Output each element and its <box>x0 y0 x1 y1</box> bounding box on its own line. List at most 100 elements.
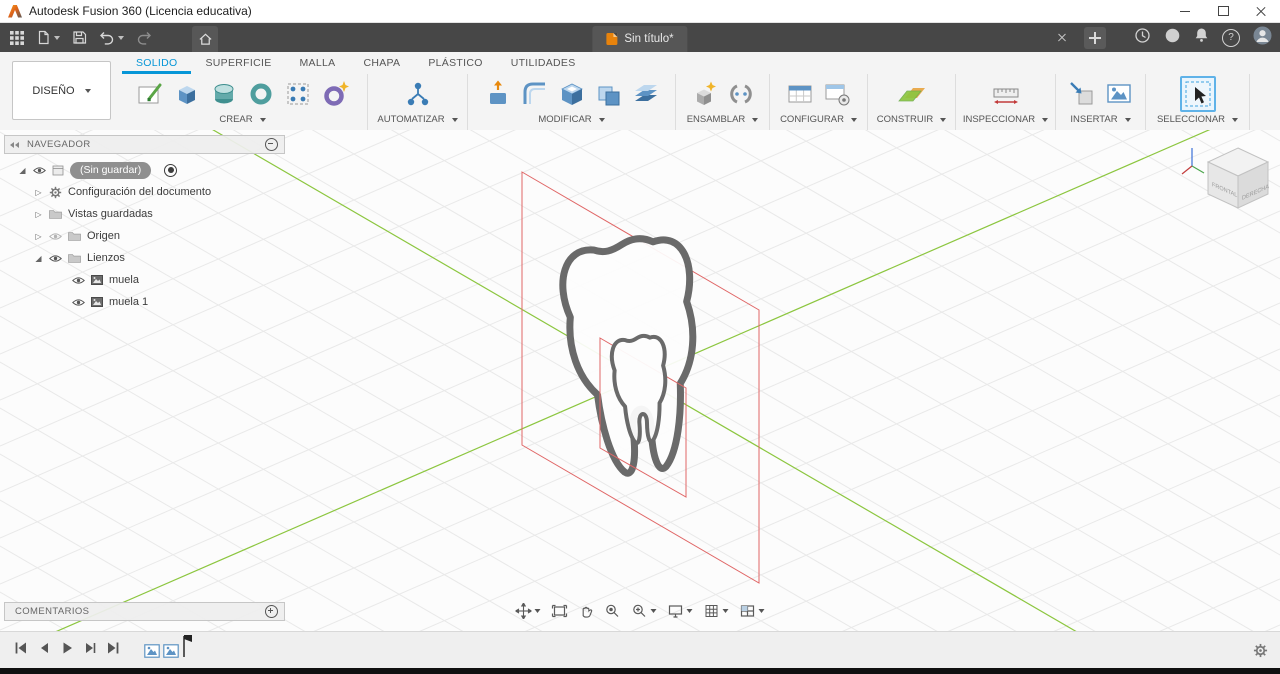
combine-icon[interactable] <box>592 77 626 111</box>
comments-header[interactable]: COMENTARIOS <box>4 602 285 621</box>
group-insertar-menu[interactable]: INSERTAR <box>1070 114 1131 125</box>
press-pull-icon[interactable] <box>481 77 515 111</box>
tree-row-canvases[interactable]: ◢ Lienzos <box>4 247 285 269</box>
group-automatizar-menu[interactable]: AUTOMATIZAR <box>377 114 458 125</box>
configuration-settings-icon[interactable] <box>820 77 854 111</box>
configuration-table-icon[interactable] <box>783 77 817 111</box>
extrude-icon[interactable] <box>170 77 204 111</box>
expand-collapsed-icon[interactable]: ▷ <box>34 188 43 197</box>
create-sketch-icon[interactable] <box>133 77 167 111</box>
group-ensamblar-menu[interactable]: ENSAMBLAR <box>687 114 759 125</box>
visibility-eye-off-icon[interactable] <box>49 232 62 241</box>
tab-solido[interactable]: SOLIDO <box>122 52 191 74</box>
insert-derive-icon[interactable] <box>1065 77 1099 111</box>
display-settings-icon[interactable] <box>664 600 697 622</box>
help-icon[interactable]: ? <box>1222 28 1240 47</box>
automate-icon[interactable] <box>401 77 435 111</box>
data-panel-grid-icon[interactable] <box>6 26 28 50</box>
timeline-settings-gear-icon[interactable] <box>1253 643 1268 658</box>
timeline-canvas-feature-2[interactable] <box>163 644 179 663</box>
tab-superficie[interactable]: SUPERFICIE <box>191 52 285 74</box>
tab-plastico[interactable]: PLÁSTICO <box>414 52 496 74</box>
grid-settings-icon[interactable] <box>700 600 733 622</box>
joint-icon[interactable] <box>724 77 758 111</box>
tab-chapa[interactable]: CHAPA <box>349 52 414 74</box>
tree-row-document-settings[interactable]: ▷ Configuración del documento <box>4 181 285 203</box>
file-menu-icon[interactable] <box>32 26 64 50</box>
document-tab[interactable]: Sin título* <box>592 26 688 52</box>
construction-plane-icon[interactable] <box>895 77 929 111</box>
pan-hand-icon[interactable] <box>575 600 598 622</box>
visibility-eye-icon[interactable] <box>33 166 46 175</box>
visibility-eye-icon[interactable] <box>72 276 85 285</box>
orbit-icon[interactable] <box>512 600 545 622</box>
viewport-canvas[interactable]: NAVEGADOR ◢ (Sin guardar) ▷ Configuració… <box>0 130 1280 631</box>
workspace-selector[interactable]: DISEÑO <box>12 61 111 120</box>
play-icon[interactable] <box>60 641 74 660</box>
tree-row-canvas-muela1[interactable]: muela 1 <box>4 291 285 313</box>
collapse-tree-icon[interactable] <box>265 138 278 151</box>
measure-icon[interactable] <box>989 77 1023 111</box>
group-inspeccionar-menu[interactable]: INSPECCIONAR <box>963 114 1049 125</box>
coil-icon[interactable] <box>318 77 352 111</box>
expand-collapsed-icon[interactable]: ▷ <box>34 210 43 219</box>
tree-row-saved-views[interactable]: ▷ Vistas guardadas <box>4 203 285 225</box>
tree-row-canvas-muela[interactable]: muela <box>4 269 285 291</box>
shell-icon[interactable] <box>555 77 589 111</box>
fusion-logo-icon <box>8 4 22 18</box>
gear-icon <box>49 186 62 198</box>
collapse-panel-icon[interactable] <box>10 141 19 148</box>
step-back-icon[interactable] <box>37 641 51 660</box>
expand-open-icon[interactable]: ◢ <box>18 166 27 175</box>
fit-view-icon[interactable] <box>548 600 572 622</box>
group-modificar-menu[interactable]: MODIFICAR <box>538 114 605 125</box>
new-tab-button[interactable] <box>1084 27 1106 49</box>
close-tab-icon[interactable] <box>1052 28 1072 48</box>
timeline-playhead-marker[interactable] <box>182 634 193 663</box>
undo-icon[interactable] <box>95 26 128 50</box>
maximize-button[interactable] <box>1204 0 1242 22</box>
timeline-canvas-feature-1[interactable] <box>144 644 160 663</box>
tab-utilidades[interactable]: UTILIDADES <box>497 52 590 74</box>
notifications-bell-icon[interactable] <box>1194 27 1209 48</box>
sweep-icon[interactable] <box>244 77 278 111</box>
root-document-label[interactable]: (Sin guardar) <box>70 161 152 179</box>
navigator-header[interactable]: NAVEGADOR <box>4 135 285 154</box>
new-component-icon[interactable] <box>687 77 721 111</box>
profile-status-icon[interactable] <box>1164 27 1181 49</box>
insert-canvas-icon[interactable] <box>1102 77 1136 111</box>
expand-collapsed-icon[interactable]: ▷ <box>34 232 43 241</box>
home-tab-button[interactable] <box>192 26 218 52</box>
tree-row-root[interactable]: ◢ (Sin guardar) <box>4 159 285 181</box>
offset-face-icon[interactable] <box>629 77 663 111</box>
add-comment-icon[interactable] <box>265 605 278 618</box>
visibility-eye-icon[interactable] <box>72 298 85 307</box>
look-at-icon[interactable] <box>601 600 625 622</box>
go-to-start-icon[interactable] <box>14 641 28 660</box>
redo-icon[interactable] <box>132 26 156 50</box>
fillet-icon[interactable] <box>518 77 552 111</box>
step-forward-icon[interactable] <box>83 641 97 660</box>
tab-malla[interactable]: MALLA <box>286 52 350 74</box>
visibility-eye-icon[interactable] <box>49 254 62 263</box>
group-configurar-menu[interactable]: CONFIGURAR <box>780 114 857 125</box>
view-cube[interactable]: FRONTAL DERECHA <box>1178 136 1274 222</box>
viewports-icon[interactable] <box>736 600 769 622</box>
zoom-icon[interactable] <box>628 600 661 622</box>
tree-row-origin[interactable]: ▷ Origen <box>4 225 285 247</box>
ribbon: DISEÑO SOLIDO SUPERFICIE MALLA CHAPA PLÁ… <box>0 52 1280 131</box>
close-button[interactable] <box>1242 0 1280 22</box>
minimize-button[interactable] <box>1166 0 1204 22</box>
select-tool-icon[interactable] <box>1179 76 1216 112</box>
revolve-icon[interactable] <box>207 77 241 111</box>
user-avatar[interactable] <box>1253 26 1272 50</box>
pattern-icon[interactable] <box>281 77 315 111</box>
save-icon[interactable] <box>68 26 91 50</box>
activate-component-icon[interactable] <box>164 163 178 177</box>
group-construir-menu[interactable]: CONSTRUIR <box>877 114 947 125</box>
go-to-end-icon[interactable] <box>106 641 120 660</box>
group-crear-menu[interactable]: CREAR <box>219 114 266 125</box>
expand-open-icon[interactable]: ◢ <box>34 254 43 263</box>
job-status-icon[interactable] <box>1134 27 1151 49</box>
group-seleccionar-menu[interactable]: SELECCIONAR <box>1157 114 1239 125</box>
